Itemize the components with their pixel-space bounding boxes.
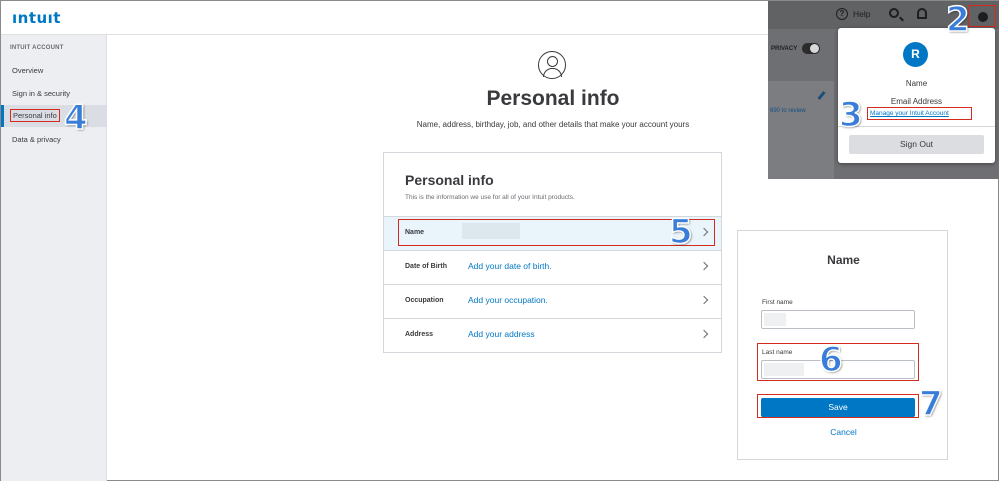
help-icon[interactable]: ? <box>836 8 848 20</box>
step-number-7: 7 <box>918 384 943 424</box>
review-count: 690 to review <box>770 108 806 114</box>
cancel-button[interactable]: Cancel <box>738 427 949 437</box>
sidebar-item-data-privacy[interactable]: Data & privacy <box>12 135 61 144</box>
page-title: Personal info <box>486 87 620 110</box>
personal-info-card: Personal info This is the information we… <box>383 152 722 353</box>
first-name-input[interactable] <box>761 310 915 329</box>
sidebar-item-overview[interactable]: Overview <box>12 66 43 75</box>
card-description: This is the information we use for all o… <box>405 194 575 201</box>
row-date-of-birth[interactable]: Date of Birth Add your date of birth. <box>384 250 721 284</box>
sidebar: INTUIT ACCOUNT Overview Sign in & securi… <box>1 35 107 481</box>
row-label: Address <box>405 331 434 338</box>
manage-account-link[interactable]: Manage your Intuit Account <box>867 107 972 120</box>
row-occupation[interactable]: Occupation Add your occupation. <box>384 284 721 318</box>
user-avatar-icon <box>978 12 988 22</box>
chevron-right-icon <box>699 295 709 305</box>
search-icon[interactable] <box>889 8 899 18</box>
user-menu-button[interactable] <box>968 5 996 27</box>
highlight-name-row <box>398 219 715 246</box>
row-address[interactable]: Address Add your address <box>384 318 721 352</box>
redacted-value <box>764 313 786 326</box>
chevron-right-icon <box>699 329 709 339</box>
page-subtitle: Name, address, birthday, job, and other … <box>416 120 690 129</box>
help-link[interactable]: Help <box>853 9 870 19</box>
sidebar-item-sign-in-security[interactable]: Sign in & security <box>12 89 70 98</box>
sign-out-button[interactable]: Sign Out <box>849 135 984 154</box>
step-number-3: 3 <box>838 95 863 135</box>
name-panel-title: Name <box>827 253 860 267</box>
privacy-label: PRIVACY <box>771 46 798 52</box>
row-label: Occupation <box>405 297 444 304</box>
bell-icon[interactable] <box>917 8 927 19</box>
sidebar-header: INTUIT ACCOUNT <box>10 45 64 51</box>
manage-account-label: Manage your Intuit Account <box>870 110 949 117</box>
sidebar-item-personal-info[interactable]: Personal info <box>1 105 107 127</box>
row-value[interactable]: Add your address <box>468 329 535 339</box>
first-name-label: First name <box>762 299 793 306</box>
step-number-4: 4 <box>63 98 88 138</box>
highlight-save <box>757 394 919 418</box>
row-label: Date of Birth <box>405 263 447 270</box>
account-avatar: R <box>903 42 928 67</box>
pencil-icon <box>817 91 826 100</box>
step-number-6: 6 <box>818 340 843 380</box>
sidebar-item-label: Personal info <box>10 109 60 122</box>
step-number-5: 5 <box>668 212 693 252</box>
chevron-right-icon <box>699 261 709 271</box>
person-avatar-icon <box>538 51 566 79</box>
row-value[interactable]: Add your date of birth. <box>468 261 552 271</box>
privacy-toggle[interactable] <box>802 43 820 54</box>
card-title: Personal info <box>405 172 494 188</box>
account-name: Name <box>905 79 928 88</box>
background-panel: 690 to review <box>768 81 834 179</box>
row-value[interactable]: Add your occupation. <box>468 295 548 305</box>
intuit-logo[interactable]: ıntuıt <box>12 9 61 27</box>
step-number-2: 2 <box>945 0 970 40</box>
top-bar: ıntuıt <box>1 1 768 35</box>
